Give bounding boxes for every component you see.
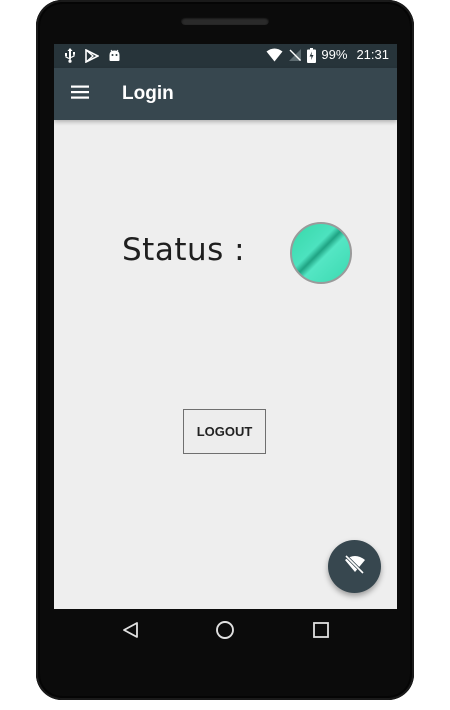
status-bar: 99% 21:31 [54,44,397,68]
back-triangle-icon [122,621,140,644]
speaker-grille [181,17,269,25]
system-nav-bar [54,609,397,653]
no-signal-icon [288,48,302,62]
wifi-off-icon [343,552,367,581]
back-button[interactable] [120,621,142,643]
app-bar: Login [54,68,397,120]
menu-button[interactable] [66,80,94,108]
clock: 21:31 [356,47,389,62]
home-button[interactable] [214,620,236,645]
android-icon [108,49,121,62]
status-indicator-light [290,222,352,284]
app-screen: 99% 21:31 Login Status : LOGOUT [54,44,397,609]
status-label: Status : [122,232,246,268]
page-title: Login [122,83,174,104]
home-circle-icon [215,620,235,645]
hamburger-menu-icon [70,84,90,105]
recents-square-icon [312,621,330,644]
battery-charging-icon [307,47,317,63]
wifi-toggle-fab[interactable] [328,540,381,593]
logout-button[interactable]: LOGOUT [183,409,266,454]
play-store-icon [85,48,99,63]
usb-icon [64,48,76,63]
wifi-icon [266,48,283,62]
recents-button[interactable] [310,621,332,643]
battery-percentage: 99% [321,47,348,62]
